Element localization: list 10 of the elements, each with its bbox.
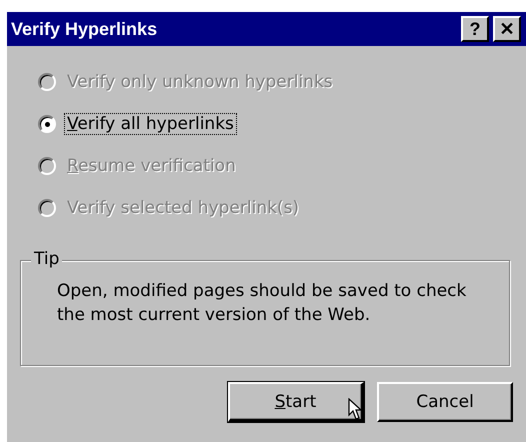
help-button[interactable]: ? — [461, 16, 489, 42]
radio-option[interactable]: Verify all hyperlinks — [38, 112, 526, 136]
radio-button[interactable] — [38, 115, 56, 133]
cancel-button[interactable]: Cancel — [377, 382, 513, 422]
mouse-pointer-icon — [348, 398, 362, 420]
group-title: Tip — [31, 249, 62, 269]
start-button[interactable]: Start — [228, 382, 364, 422]
window-title: Verify Hyperlinks — [11, 18, 158, 40]
tip-text: Open, modified pages should be saved to check the most current version of the Web. — [57, 280, 468, 327]
close-button[interactable]: ✕ — [493, 16, 521, 42]
